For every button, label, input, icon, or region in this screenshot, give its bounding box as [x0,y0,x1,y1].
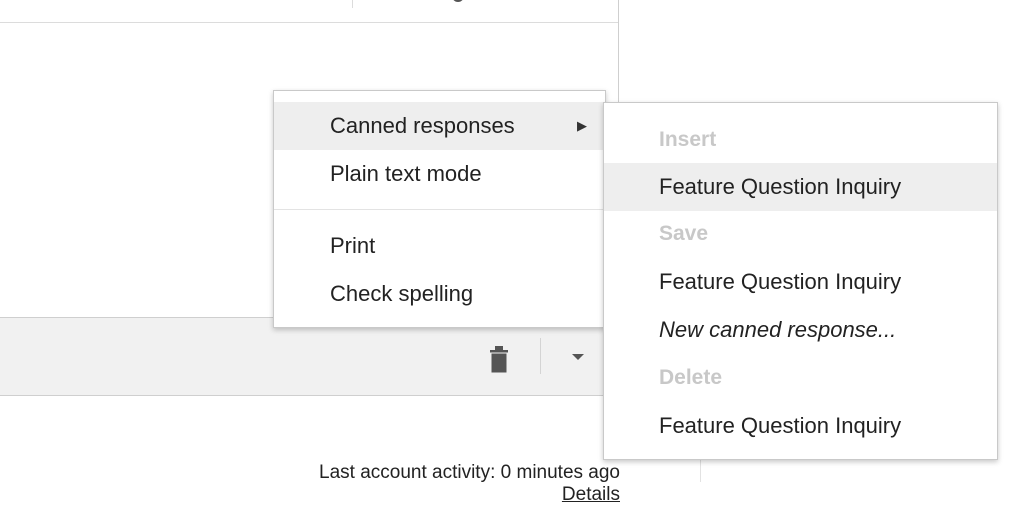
compose-top-vertical-divider [352,0,353,8]
compose-toolbar [0,317,618,396]
insert-section-header: Insert [659,128,717,151]
more-options-button[interactable] [560,342,596,374]
menu-item-label: Plain text mode [330,161,482,186]
toolbar-separator [540,338,541,374]
activity-details-link[interactable]: Details [562,484,620,506]
menu-item-label: Check spelling [330,281,474,306]
insert-canned-response-item[interactable]: Feature Question Inquiry [604,163,997,211]
account-activity-text: Last account activity: 0 minutes ago [319,462,620,483]
menu-item-canned-responses[interactable]: Canned responses ▶ [274,102,605,150]
menu-item-label: Canned responses [330,113,515,138]
save-canned-response-item[interactable]: Feature Question Inquiry [604,258,997,306]
caret-down-icon [572,354,584,360]
canned-responses-submenu: Insert Feature Question Inquiry Save Fea… [603,102,998,460]
menu-item-plain-text-mode[interactable]: Plain text mode [274,150,605,198]
discard-draft-button[interactable] [480,342,520,378]
save-section-header: Save [659,222,709,245]
menu-item-label: Print [330,233,376,258]
more-options-menu: Canned responses ▶ Plain text mode Print… [273,90,606,328]
delete-section-header: Delete [659,366,723,389]
account-activity: Last account activity: 0 minutes ago Det… [240,462,620,506]
menu-item-print[interactable]: Print [274,222,605,270]
new-canned-response-item[interactable]: New canned response... [604,306,997,354]
trash-icon [490,346,508,373]
delete-canned-response-item[interactable]: Feature Question Inquiry [604,402,997,450]
submenu-arrow-icon: ▶ [577,118,587,133]
compose-top-divider-line [0,22,618,23]
menu-separator [274,209,605,210]
cut-off-text-fragment [452,0,464,2]
menu-item-check-spelling[interactable]: Check spelling [274,270,605,318]
